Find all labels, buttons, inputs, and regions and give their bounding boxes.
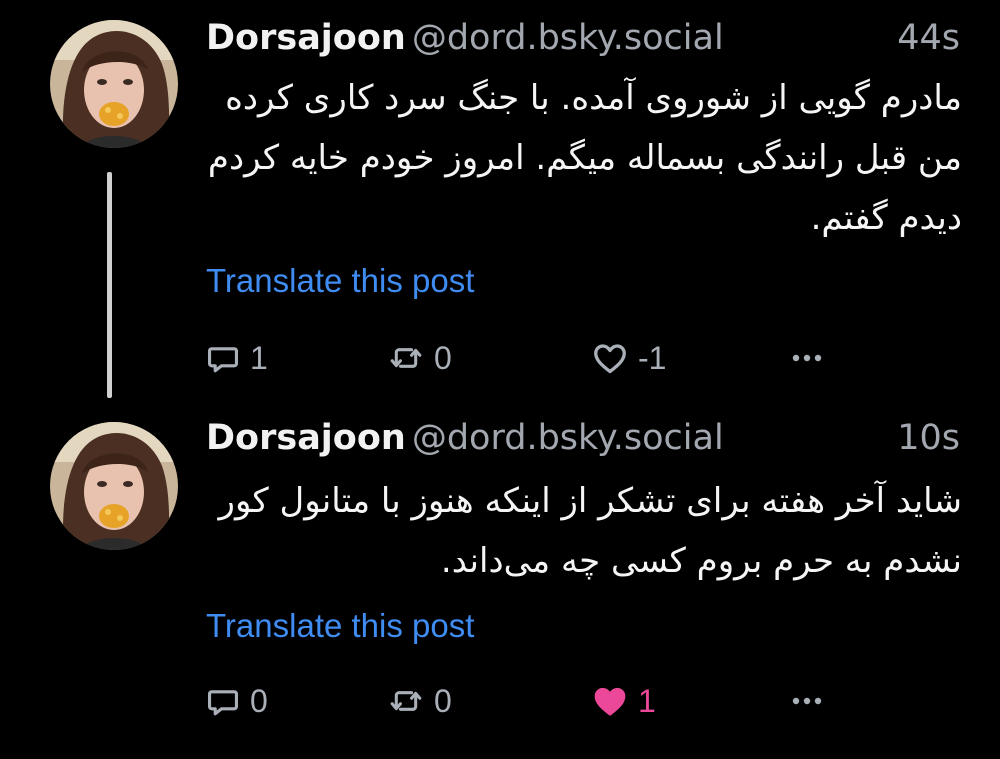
like-button[interactable]: 1 — [592, 681, 656, 721]
more-icon — [792, 354, 822, 362]
more-icon — [792, 697, 822, 705]
heart-filled-icon — [594, 687, 626, 716]
post-actions: 0 0 1 — [206, 681, 846, 721]
more-options-button[interactable] — [792, 338, 822, 378]
like-count: 1 — [638, 682, 656, 719]
author-handle[interactable]: @dord.bsky.social — [412, 18, 724, 58]
heart-outline-icon — [594, 344, 626, 374]
repost-button[interactable]: 0 — [388, 681, 452, 721]
repost-count: 0 — [434, 339, 452, 376]
avatar[interactable] — [50, 422, 178, 550]
author-display-name[interactable]: Dorsajoon — [206, 418, 406, 458]
like-button[interactable]: -1 — [592, 338, 666, 378]
post-header: Dorsajoon @dord.bsky.social 44s — [206, 18, 960, 62]
avatar[interactable] — [50, 20, 178, 148]
avatar-image — [50, 422, 178, 550]
like-count: -1 — [638, 339, 667, 376]
thread-line — [107, 172, 112, 398]
repost-icon — [390, 348, 422, 368]
post-timestamp[interactable]: 10s — [897, 418, 960, 458]
translate-link[interactable]: Translate this post — [206, 607, 474, 645]
post-timestamp[interactable]: 44s — [897, 18, 960, 58]
reply-button[interactable]: 0 — [206, 681, 268, 721]
author-display-name[interactable]: Dorsajoon — [206, 18, 406, 58]
post-text: شاید آخر هفته برای تشکر از اینکه هنوز با… — [218, 481, 962, 581]
more-options-button[interactable] — [792, 681, 822, 721]
post-item[interactable]: Dorsajoon @dord.bsky.social 10s شاید آخر … — [0, 415, 1000, 759]
repost-button[interactable]: 0 — [388, 338, 452, 378]
translate-link[interactable]: Translate this post — [206, 262, 474, 300]
post-actions: 1 0 -1 — [206, 338, 846, 378]
reply-icon — [207, 690, 239, 716]
repost-icon — [390, 691, 422, 711]
author-handle[interactable]: @dord.bsky.social — [412, 418, 724, 458]
reply-count: 1 — [250, 339, 268, 376]
post-header: Dorsajoon @dord.bsky.social 10s — [206, 418, 960, 462]
avatar-image — [50, 20, 178, 148]
post-item[interactable]: Dorsajoon @dord.bsky.social 44s مادرم گوی… — [0, 0, 1000, 415]
repost-count: 0 — [434, 682, 452, 719]
reply-count: 0 — [250, 682, 268, 719]
post-text: مادرم گویی از شوروی آمده. با جنگ سرد کار… — [207, 78, 962, 238]
reply-icon — [207, 347, 239, 373]
reply-button[interactable]: 1 — [206, 338, 268, 378]
